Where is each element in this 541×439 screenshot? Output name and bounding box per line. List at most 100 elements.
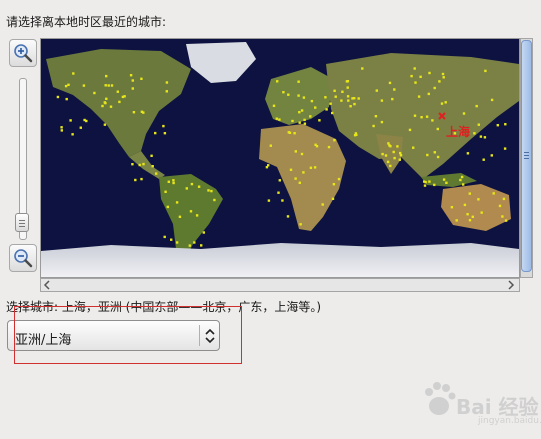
city-dot[interactable]: [475, 104, 478, 108]
city-dot[interactable]: [466, 152, 470, 155]
city-dot[interactable]: [132, 111, 136, 114]
city-dot[interactable]: [490, 98, 494, 102]
city-dot[interactable]: [210, 189, 213, 193]
city-dot[interactable]: [445, 181, 448, 184]
city-dot[interactable]: [331, 111, 334, 115]
city-dot[interactable]: [101, 104, 104, 108]
city-dot[interactable]: [473, 132, 476, 135]
city-dot[interactable]: [331, 197, 335, 200]
city-dot[interactable]: [272, 104, 276, 107]
city-dot[interactable]: [501, 215, 504, 218]
city-dot[interactable]: [163, 132, 167, 135]
city-dot[interactable]: [116, 90, 119, 93]
world-map[interactable]: [40, 38, 520, 278]
city-dot[interactable]: [118, 100, 121, 104]
city-dot[interactable]: [438, 80, 441, 83]
map-horizontal-scrollbar[interactable]: [40, 278, 520, 292]
city-dot[interactable]: [459, 178, 462, 182]
city-dot[interactable]: [351, 97, 354, 100]
city-dot[interactable]: [333, 139, 336, 142]
city-dot[interactable]: [140, 77, 143, 80]
city-dot[interactable]: [278, 179, 281, 182]
city-dot[interactable]: [105, 97, 108, 100]
city-dot[interactable]: [349, 105, 352, 108]
city-dot[interactable]: [294, 177, 297, 180]
city-dot[interactable]: [213, 198, 216, 202]
city-dot[interactable]: [60, 129, 63, 132]
city-dot[interactable]: [172, 179, 175, 182]
city-dot[interactable]: [67, 83, 70, 86]
city-dot[interactable]: [197, 185, 201, 188]
city-dot[interactable]: [504, 123, 507, 126]
city-dot[interactable]: [69, 119, 72, 122]
city-dot[interactable]: [354, 132, 358, 135]
city-dot[interactable]: [276, 80, 279, 83]
city-dot[interactable]: [340, 99, 343, 102]
city-dot[interactable]: [460, 175, 464, 179]
city-dot[interactable]: [299, 223, 302, 226]
city-dot[interactable]: [129, 74, 133, 77]
city-dot[interactable]: [398, 158, 401, 161]
city-dot[interactable]: [79, 126, 82, 129]
city-dot[interactable]: [314, 106, 317, 109]
city-dot[interactable]: [65, 97, 68, 101]
city-dot[interactable]: [357, 97, 360, 100]
city-dot[interactable]: [150, 154, 153, 157]
city-dot[interactable]: [202, 231, 205, 234]
city-dot[interactable]: [428, 180, 431, 183]
city-dot[interactable]: [502, 197, 506, 201]
city-dot[interactable]: [482, 158, 485, 161]
city-dot[interactable]: [462, 183, 465, 186]
city-dot[interactable]: [302, 171, 305, 174]
city-dot[interactable]: [297, 94, 300, 97]
city-dot[interactable]: [423, 184, 427, 187]
city-dot[interactable]: [93, 91, 96, 95]
city-dot[interactable]: [131, 79, 134, 82]
city-dot[interactable]: [288, 131, 292, 134]
city-dot[interactable]: [327, 145, 331, 149]
city-dot[interactable]: [444, 101, 447, 104]
city-dot[interactable]: [503, 147, 507, 150]
city-dot[interactable]: [170, 238, 173, 241]
scroll-right-arrow-icon[interactable]: [505, 279, 517, 291]
city-dot[interactable]: [300, 152, 304, 156]
city-dot[interactable]: [298, 181, 301, 184]
city-dot[interactable]: [265, 166, 269, 169]
city-dot[interactable]: [281, 199, 284, 202]
city-dot[interactable]: [393, 156, 396, 160]
city-dot[interactable]: [462, 112, 466, 115]
city-dot[interactable]: [175, 201, 179, 204]
city-dot[interactable]: [463, 203, 467, 207]
city-dot[interactable]: [162, 124, 165, 128]
city-dot[interactable]: [375, 89, 378, 92]
zoom-out-button[interactable]: [9, 244, 37, 272]
city-dot[interactable]: [455, 219, 458, 222]
city-dot[interactable]: [282, 91, 285, 94]
city-dot[interactable]: [388, 81, 392, 85]
city-dot[interactable]: [189, 210, 193, 213]
city-dot[interactable]: [372, 124, 375, 128]
city-dot[interactable]: [267, 199, 271, 202]
city-dot[interactable]: [175, 241, 179, 244]
city-dot[interactable]: [291, 119, 294, 123]
city-dot[interactable]: [450, 206, 454, 209]
city-dot[interactable]: [269, 144, 272, 147]
city-dot[interactable]: [436, 155, 440, 159]
city-dot[interactable]: [433, 86, 436, 90]
city-dot[interactable]: [484, 69, 487, 73]
city-dot[interactable]: [185, 187, 188, 190]
city-dot[interactable]: [309, 115, 312, 118]
city-dot[interactable]: [303, 122, 307, 125]
city-dot[interactable]: [82, 84, 86, 87]
city-dot[interactable]: [286, 215, 290, 218]
city-dot[interactable]: [380, 99, 384, 102]
city-dot[interactable]: [103, 101, 106, 104]
city-dot[interactable]: [466, 213, 469, 216]
city-dot[interactable]: [103, 123, 107, 126]
city-dot[interactable]: [420, 116, 423, 119]
city-dot[interactable]: [427, 92, 430, 96]
city-dot[interactable]: [131, 163, 134, 166]
city-dot[interactable]: [166, 205, 169, 209]
city-dot[interactable]: [188, 244, 191, 247]
city-dot[interactable]: [468, 192, 471, 195]
